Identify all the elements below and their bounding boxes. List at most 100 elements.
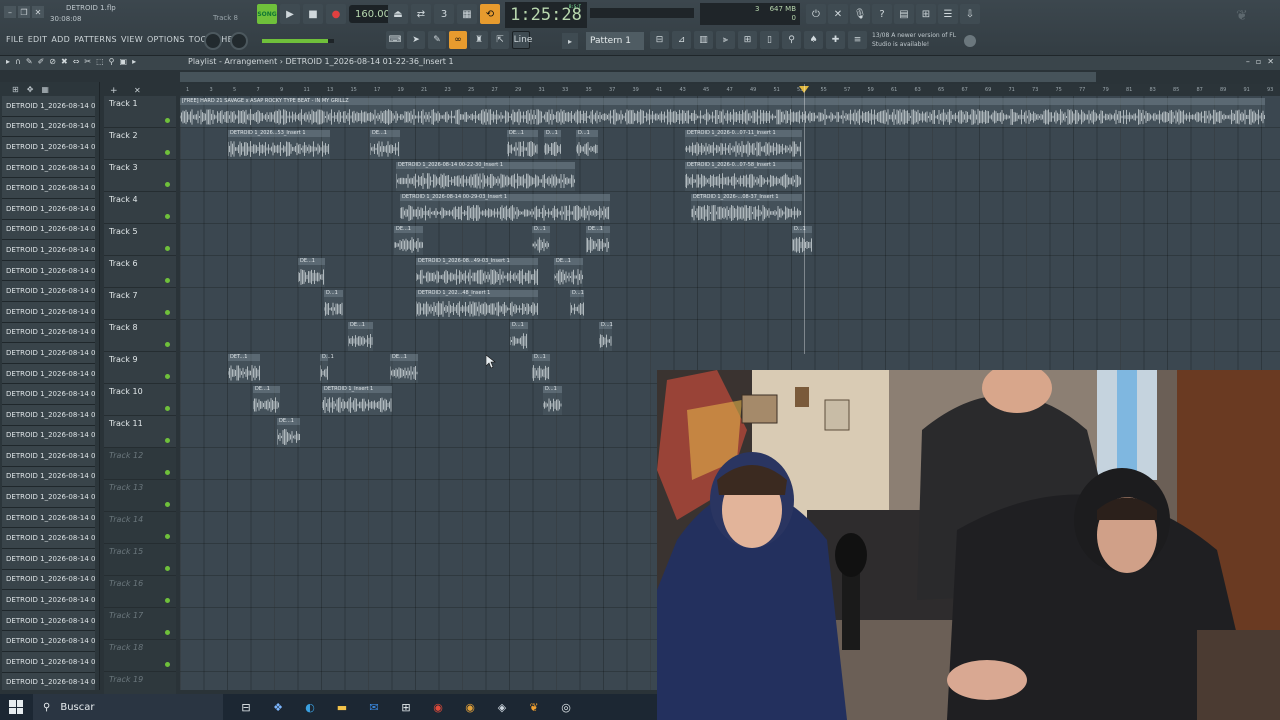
picker-item[interactable]: DETROID 1_2026-08-14 0... [2, 507, 95, 529]
taskbar-search[interactable]: ⚲ Buscar [33, 694, 223, 720]
menu-options[interactable]: OPTIONS [147, 35, 185, 44]
track-mute-led[interactable] [165, 118, 170, 123]
playlist-minimize-icon[interactable]: – [1246, 57, 1250, 66]
picker-item[interactable]: DETROID 1_2026-08-14 0... [2, 198, 95, 220]
audio-clip[interactable]: DE...1 [554, 258, 583, 287]
slice-icon[interactable]: ✂ [84, 57, 91, 66]
fl-studio-icon[interactable]: ❦ [525, 698, 543, 716]
play-icon[interactable]: ▶ [280, 4, 300, 24]
delete-icon[interactable]: ⊘ [49, 57, 56, 66]
track-mute-led[interactable] [165, 502, 170, 507]
picker-item[interactable]: DETROID 1_2026-08-14 0... [2, 384, 95, 405]
track-mute-led[interactable] [165, 278, 170, 283]
chat-icon[interactable]: ☰ [938, 4, 958, 24]
track-header[interactable]: Track 17 [104, 608, 176, 640]
track-header[interactable]: Track 13 [104, 480, 176, 512]
edge-icon[interactable]: ◐ [301, 698, 319, 716]
audio-clip[interactable]: D...1 [543, 386, 562, 415]
master-volume-slider[interactable] [262, 39, 334, 43]
piano-roll-icon[interactable]: ⊿ [672, 31, 691, 49]
picker-audio-icon[interactable]: ✥ [27, 85, 34, 94]
audio-clip[interactable]: D...1 [532, 226, 550, 255]
picker-item[interactable]: DETROID 1_2026-08-14 0... [2, 343, 95, 364]
stop-icon[interactable]: ■ [303, 4, 323, 24]
picker-item[interactable]: DETROID 1_2026-08-14 0... [2, 590, 95, 611]
track-mute-led[interactable] [165, 598, 170, 603]
track-header[interactable]: Track 15 [104, 544, 176, 576]
metronome-icon[interactable]: ⏏ [388, 4, 408, 24]
audio-clip[interactable]: D...1 [532, 354, 550, 383]
picker-pattern-icon[interactable]: ⊞ [12, 85, 19, 94]
audio-clip[interactable]: DE...1 [586, 226, 610, 255]
windows-start-icon[interactable] [9, 700, 23, 714]
picker-item[interactable]: DETROID 1_2026-08-14 0... [2, 672, 95, 690]
pattern-selector[interactable]: Pattern 1 [586, 32, 644, 50]
audio-clip[interactable]: D...1 [324, 290, 343, 319]
audio-clip[interactable]: D...1 [599, 322, 613, 351]
picker-item[interactable]: DETROID 1_2026-08-14 0... [2, 528, 95, 550]
track-mute-led[interactable] [165, 310, 170, 315]
draw-icon[interactable]: ✎ [26, 57, 33, 66]
file-explorer-icon[interactable]: ▬ [333, 698, 351, 716]
mute-icon[interactable]: ✖ [61, 57, 68, 66]
audio-clip[interactable]: D...1 [544, 130, 561, 159]
steam-icon[interactable]: ◈ [493, 698, 511, 716]
picker-item[interactable]: DETROID 1_2026-08-14 0... [2, 219, 95, 241]
track-mute-led[interactable] [165, 150, 170, 155]
wait-icon[interactable]: ⇄ [411, 4, 431, 24]
audio-clip[interactable]: DETROID 1_2026-0...07-11_Insert 1 [685, 130, 802, 159]
track-header[interactable]: Track 10 [104, 384, 176, 416]
menu-view[interactable]: VIEW [121, 35, 143, 44]
track-mute-led[interactable] [165, 534, 170, 539]
play-arrow-icon[interactable]: ▸ [6, 57, 10, 66]
pencil-icon[interactable]: ✎ [428, 31, 446, 49]
tempo-tap-icon[interactable]: ⊞ [738, 31, 757, 49]
picker-item[interactable]: DETROID 1_2026-08-14 0... [2, 260, 95, 282]
zoom-icon[interactable]: ⚲ [109, 57, 115, 66]
select-icon[interactable]: ⬚ [96, 57, 104, 66]
track-header[interactable]: Track 11 [104, 416, 176, 448]
plugin-picker-icon[interactable]: ⚲ [782, 31, 801, 49]
export-icon[interactable]: ✚ [826, 31, 845, 49]
mail-icon[interactable]: ✉ [365, 698, 383, 716]
picker-item[interactable]: DETROID 1_2026-08-14 0... [2, 116, 95, 138]
song-mode-button[interactable]: SONG [257, 4, 277, 24]
chrome-icon[interactable]: ◉ [429, 698, 447, 716]
picker-item[interactable]: DETROID 1_2026-08-14 0... [2, 631, 95, 653]
picker-item[interactable]: DETROID 1_2026-08-14 0... [2, 137, 95, 158]
track-mute-led[interactable] [165, 246, 170, 251]
close-icon[interactable]: ✕ [32, 6, 44, 18]
track-mute-led[interactable] [165, 566, 170, 571]
link-icon[interactable]: ∞ [449, 31, 467, 49]
audio-clip[interactable]: DE...1 [507, 130, 538, 159]
obs-icon[interactable]: ◎ [557, 698, 575, 716]
paint-icon[interactable]: ✐ [38, 57, 45, 66]
store-icon[interactable]: ⊞ [397, 698, 415, 716]
picker-item[interactable]: DETROID 1_2026-08-14 0... [2, 610, 95, 632]
mic-icon[interactable]: 🎙 [850, 4, 870, 24]
master-volume-knob[interactable] [230, 32, 248, 50]
countdown-icon[interactable]: 3 [434, 4, 454, 24]
picker-item[interactable]: DETROID 1_2026-08-14 0... [2, 466, 95, 488]
track-mute-led[interactable] [165, 374, 170, 379]
pattern-prev-icon[interactable]: ▸ [562, 33, 578, 49]
track-header[interactable]: Track 16 [104, 576, 176, 608]
arrow-icon[interactable]: ➤ [407, 31, 425, 49]
track-mute-led[interactable] [165, 470, 170, 475]
track-mute-led[interactable] [165, 214, 170, 219]
picker-item[interactable]: DETROID 1_2026-08-14 0... [2, 96, 95, 117]
picker-item[interactable]: DETROID 1_2026-08-14 0... [2, 652, 95, 673]
playback-icon[interactable]: ▣ [120, 57, 128, 66]
audio-clip[interactable]: DETROID 1_Insert 1 [322, 386, 392, 415]
track-header[interactable]: Track 14 [104, 512, 176, 544]
slip-icon[interactable]: ⇔ [73, 57, 80, 66]
plugin-icon[interactable]: ⊞ [916, 4, 936, 24]
track-header[interactable]: Track 7 [104, 288, 176, 320]
audio-clip[interactable]: DE...1 [390, 354, 418, 383]
horizontal-scrollbar[interactable] [180, 72, 1096, 82]
picker-item[interactable]: DETROID 1_2026-08-14 0... [2, 178, 95, 199]
menu-file[interactable]: FILE [6, 35, 24, 44]
audio-clip[interactable]: DET...1 [228, 354, 260, 383]
copilot-icon[interactable]: ❖ [269, 698, 287, 716]
track-mute-led[interactable] [165, 630, 170, 635]
